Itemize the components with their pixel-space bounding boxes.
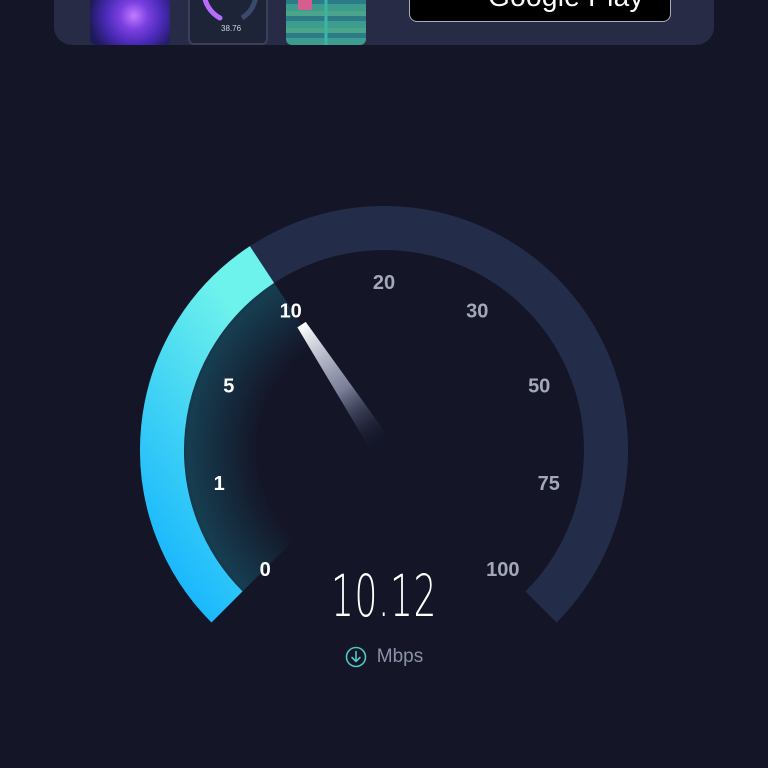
gauge-scale-label: 10 <box>280 300 302 322</box>
gauge-scale-label: 1 <box>214 473 225 495</box>
gauge-scale-label: 30 <box>466 300 488 322</box>
unit-label: Mbps <box>376 646 424 667</box>
gauge-scale-label: 75 <box>538 473 560 495</box>
gauge-scale-label: 50 <box>528 376 550 398</box>
gauge-scale-label: 20 <box>373 272 395 294</box>
download-arrow-icon <box>345 646 367 668</box>
unit-row: Mbps <box>0 646 768 668</box>
gauge-scale-label: 5 <box>223 376 234 398</box>
speed-value: 10.12 <box>330 562 438 630</box>
